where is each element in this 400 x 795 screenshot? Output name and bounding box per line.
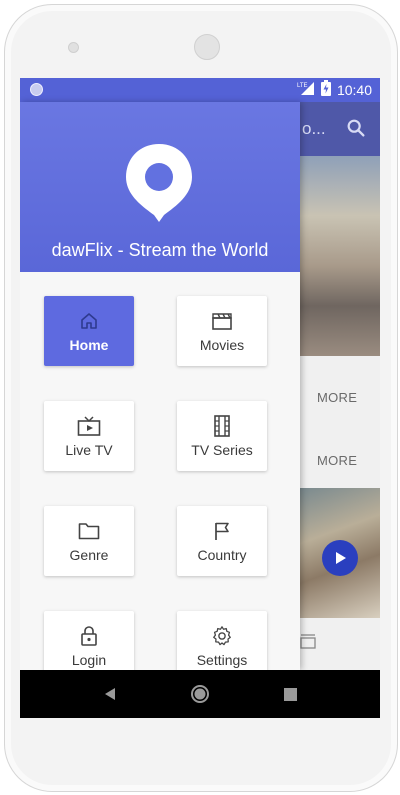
home-button-icon[interactable] bbox=[188, 682, 212, 706]
back-icon[interactable] bbox=[98, 682, 122, 706]
front-camera bbox=[68, 42, 79, 53]
notification-icon bbox=[30, 83, 43, 96]
menu-tile-login[interactable]: Login bbox=[44, 611, 134, 670]
play-icon[interactable] bbox=[322, 540, 358, 576]
navigation-drawer: dawFlix - Stream the World Home Movies L… bbox=[20, 102, 300, 670]
menu-tile-label: Genre bbox=[69, 546, 109, 563]
background-title: o... bbox=[302, 119, 326, 138]
menu-tile-label: Country bbox=[197, 546, 247, 563]
menu-tile-live-tv[interactable]: Live TV bbox=[44, 401, 134, 471]
movie-clapper-icon bbox=[211, 310, 233, 332]
film-strip-icon bbox=[213, 414, 231, 437]
more-link[interactable]: MORE bbox=[317, 453, 357, 468]
more-link[interactable]: MORE bbox=[317, 390, 357, 405]
recents-icon[interactable] bbox=[278, 682, 302, 706]
menu-tile-label: Home bbox=[69, 336, 109, 353]
background-toolbar: o... bbox=[300, 102, 380, 156]
menu-tile-home[interactable]: Home bbox=[44, 296, 134, 366]
movie-poster[interactable] bbox=[300, 156, 380, 356]
folder-icon bbox=[78, 520, 100, 542]
svg-text:LTE: LTE bbox=[297, 83, 308, 89]
menu-tile-label: Settings bbox=[196, 651, 248, 668]
system-navigation-bar bbox=[20, 670, 380, 718]
drawer-header: dawFlix - Stream the World bbox=[20, 102, 300, 272]
menu-tile-label: Live TV bbox=[65, 441, 113, 458]
movie-clapper-icon bbox=[300, 632, 318, 655]
menu-tile-label: TV Series bbox=[191, 441, 253, 458]
location-pin-logo-icon bbox=[126, 144, 192, 222]
lock-icon bbox=[80, 625, 98, 647]
signal-icon: LTE bbox=[297, 80, 315, 101]
status-time: 10:40 bbox=[336, 82, 372, 98]
menu-tile-country[interactable]: Country bbox=[177, 506, 267, 576]
search-icon[interactable] bbox=[345, 117, 367, 144]
status-bar: LTE 10:40 bbox=[20, 78, 380, 102]
app-title: dawFlix - Stream the World bbox=[51, 240, 269, 260]
battery-icon bbox=[320, 79, 331, 101]
menu-tile-label: Login bbox=[71, 651, 107, 668]
screen: o... MORE MORE LTE 10:40 dawFlix - Strea… bbox=[20, 78, 380, 718]
flag-icon bbox=[213, 520, 231, 542]
gear-icon bbox=[211, 625, 233, 647]
menu-tile-movies[interactable]: Movies bbox=[177, 296, 267, 366]
menu-tile-genre[interactable]: Genre bbox=[44, 506, 134, 576]
movie-poster[interactable] bbox=[300, 488, 380, 618]
menu-tile-tv-series[interactable]: TV Series bbox=[177, 401, 267, 471]
menu-tile-settings[interactable]: Settings bbox=[177, 611, 267, 670]
earpiece-speaker bbox=[194, 34, 220, 60]
menu-tile-label: Movies bbox=[199, 336, 245, 353]
tv-icon bbox=[77, 415, 101, 437]
background-app: o... MORE MORE bbox=[300, 102, 380, 718]
home-icon bbox=[79, 310, 99, 332]
